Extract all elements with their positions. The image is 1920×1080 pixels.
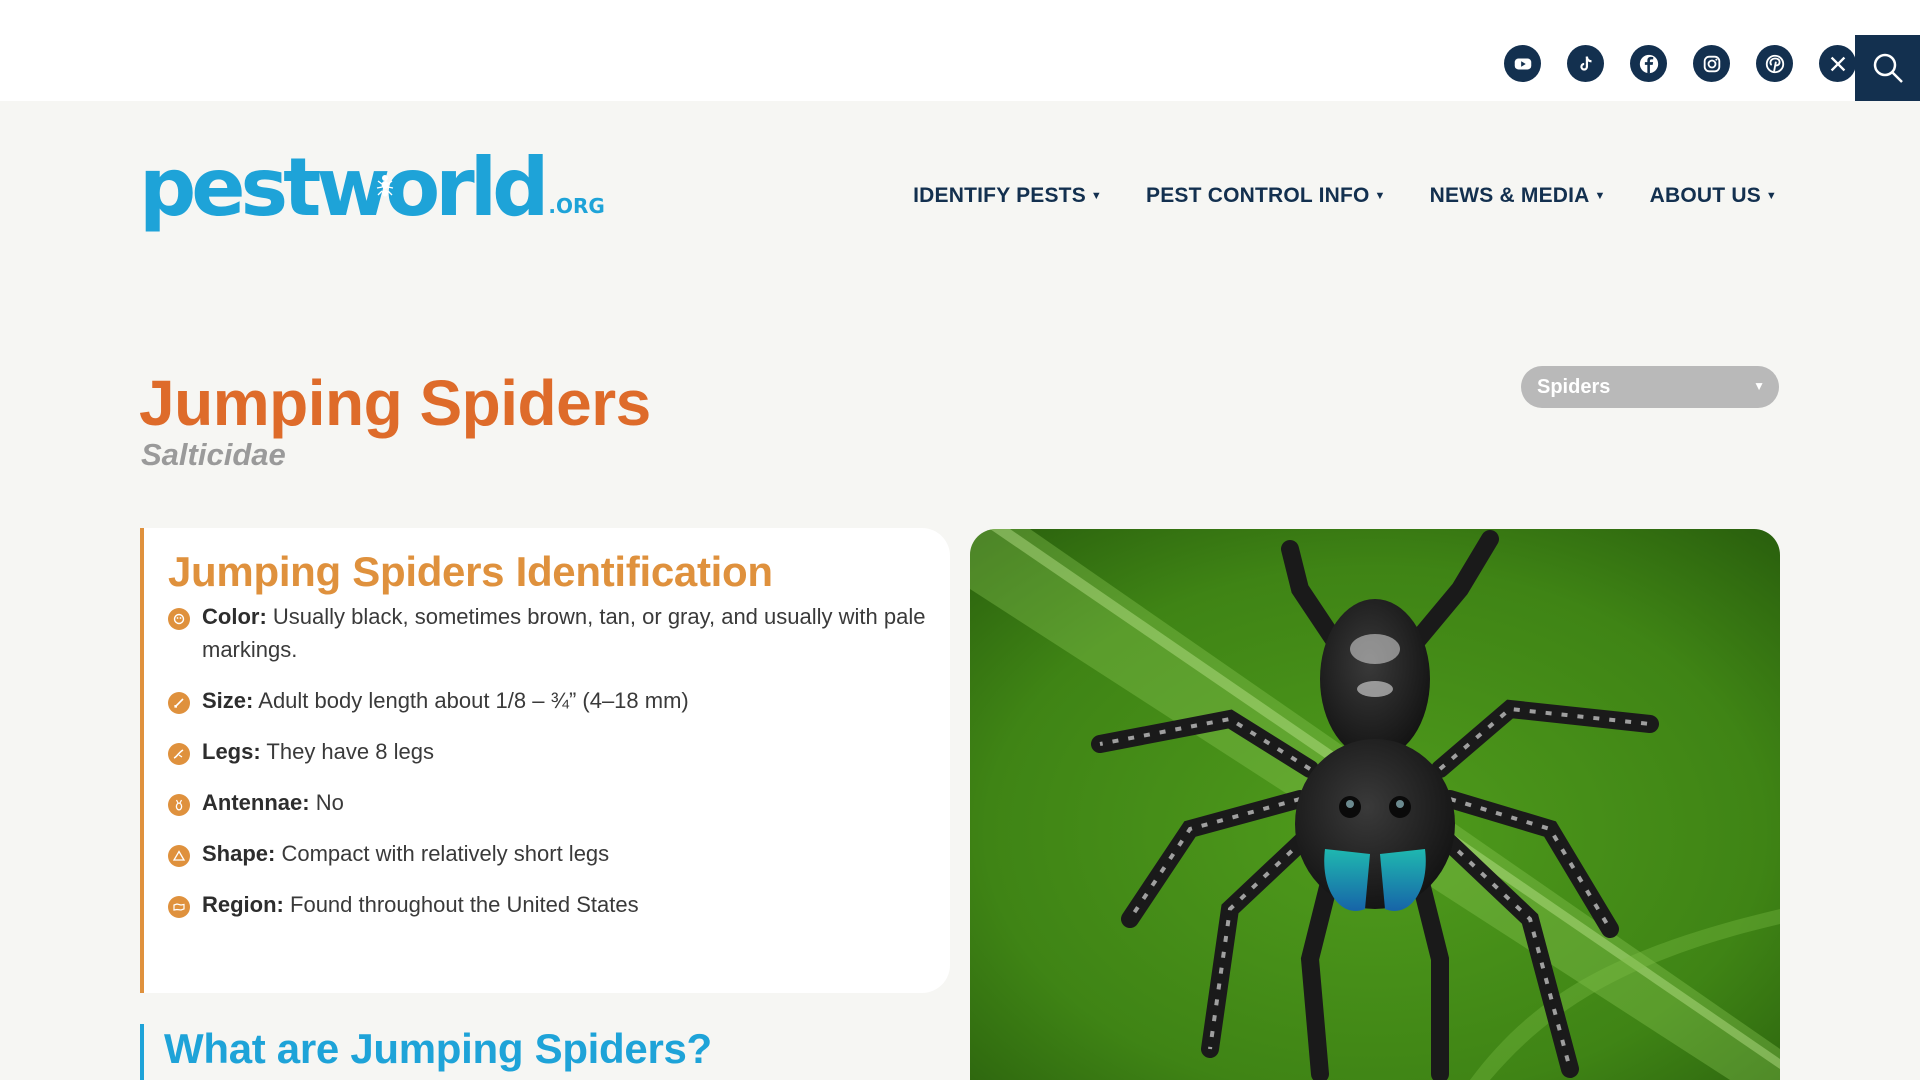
select-value: Spiders <box>1537 375 1611 398</box>
identification-text: Antennae: No <box>202 786 344 819</box>
caret-down-icon: ▼ <box>1594 190 1606 202</box>
identification-text: Color: Usually black, sometimes brown, t… <box>202 600 928 666</box>
list-item: Shape: Compact with relatively short leg… <box>168 841 928 870</box>
identification-label: Color: <box>202 604 267 629</box>
list-item: Size: Adult body length about 1/8 – ¾” (… <box>168 688 928 717</box>
ant-icon <box>376 175 394 197</box>
spider-image <box>970 529 1780 1080</box>
youtube-link[interactable] <box>1504 45 1541 82</box>
tiktok-link[interactable] <box>1567 45 1604 82</box>
x-link[interactable] <box>1819 45 1856 82</box>
caret-down-icon: ▼ <box>1753 379 1765 393</box>
identification-text: Size: Adult body length about 1/8 – ¾” (… <box>202 684 689 717</box>
legs-icon <box>168 743 190 765</box>
identification-value: Compact with relatively short legs <box>281 841 610 866</box>
section-heading: What are Jumping Spiders? <box>140 1024 712 1080</box>
nav-about-us[interactable]: ABOUT US ▼ <box>1650 184 1777 208</box>
identification-value: Found throughout the United States <box>290 892 639 917</box>
pest-photo <box>970 529 1780 1080</box>
instagram-link[interactable] <box>1693 45 1730 82</box>
page-title: Jumping Spiders <box>139 367 651 439</box>
identification-value: No <box>315 790 344 815</box>
identification-text: Region: Found throughout the United Stat… <box>202 888 639 921</box>
identification-label: Shape: <box>202 841 276 866</box>
identification-value: Usually black, sometimes brown, tan, or … <box>202 604 926 662</box>
x-icon <box>1830 56 1845 71</box>
identification-label: Legs: <box>202 739 261 764</box>
social-links <box>1504 45 1856 82</box>
pinterest-link[interactable] <box>1756 45 1793 82</box>
pest-category-select[interactable]: Spiders ▼ <box>1521 366 1779 408</box>
identification-label: Size: <box>202 688 254 713</box>
region-icon <box>168 896 190 918</box>
nav-label: IDENTIFY PESTS <box>913 184 1086 207</box>
search-icon <box>1873 53 1903 83</box>
tiktok-icon <box>1579 56 1592 71</box>
list-item: Legs: They have 8 legs <box>168 739 928 768</box>
caret-down-icon: ▼ <box>1090 190 1103 202</box>
identification-value: Adult body length about 1/8 – ¾” (4–18 m… <box>258 688 689 713</box>
nav-label: PEST CONTROL INFO <box>1146 184 1370 207</box>
scientific-name: Salticidae <box>141 437 286 472</box>
caret-down-icon: ▼ <box>1374 190 1386 202</box>
size-icon <box>168 692 190 714</box>
facebook-link[interactable] <box>1630 45 1667 82</box>
identification-label: Antennae: <box>202 790 310 815</box>
shape-icon <box>168 845 190 867</box>
facebook-icon <box>1639 54 1658 73</box>
nav-identify-pests[interactable]: IDENTIFY PESTS ▼ <box>913 184 1102 208</box>
identification-value: They have 8 legs <box>266 739 434 764</box>
identification-text: Legs: They have 8 legs <box>202 735 434 768</box>
identification-list: Color: Usually black, sometimes brown, t… <box>168 604 928 945</box>
top-bar <box>0 0 1920 101</box>
nav-label: ABOUT US <box>1649 184 1761 207</box>
antennae-icon <box>168 794 190 816</box>
list-item: Antennae: No <box>168 790 928 819</box>
identification-card: Jumping Spiders Identification Color: Us… <box>140 528 950 993</box>
list-item: Color: Usually black, sometimes brown, t… <box>168 604 928 666</box>
list-item: Region: Found throughout the United Stat… <box>168 892 928 921</box>
youtube-icon <box>1514 58 1531 69</box>
nav-pest-control-info[interactable]: PEST CONTROL INFO ▼ <box>1146 184 1386 208</box>
site-logo[interactable]: pestworld .ORG <box>139 143 605 228</box>
main-nav: IDENTIFY PESTS ▼ PEST CONTROL INFO ▼ NEW… <box>913 184 1777 208</box>
logo-tld: .ORG <box>548 194 605 218</box>
color-icon <box>168 608 190 630</box>
nav-news-media[interactable]: NEWS & MEDIA ▼ <box>1430 184 1606 208</box>
logo-wordmark: pestworld <box>139 141 549 234</box>
instagram-icon <box>1703 55 1720 72</box>
identification-text: Shape: Compact with relatively short leg… <box>202 837 609 870</box>
caret-down-icon: ▼ <box>1765 190 1777 202</box>
identification-label: Region: <box>202 892 284 917</box>
nav-label: NEWS & MEDIA <box>1429 184 1590 207</box>
identification-title: Jumping Spiders Identification <box>168 548 773 595</box>
pinterest-icon <box>1765 54 1784 73</box>
search-button[interactable] <box>1855 35 1920 101</box>
